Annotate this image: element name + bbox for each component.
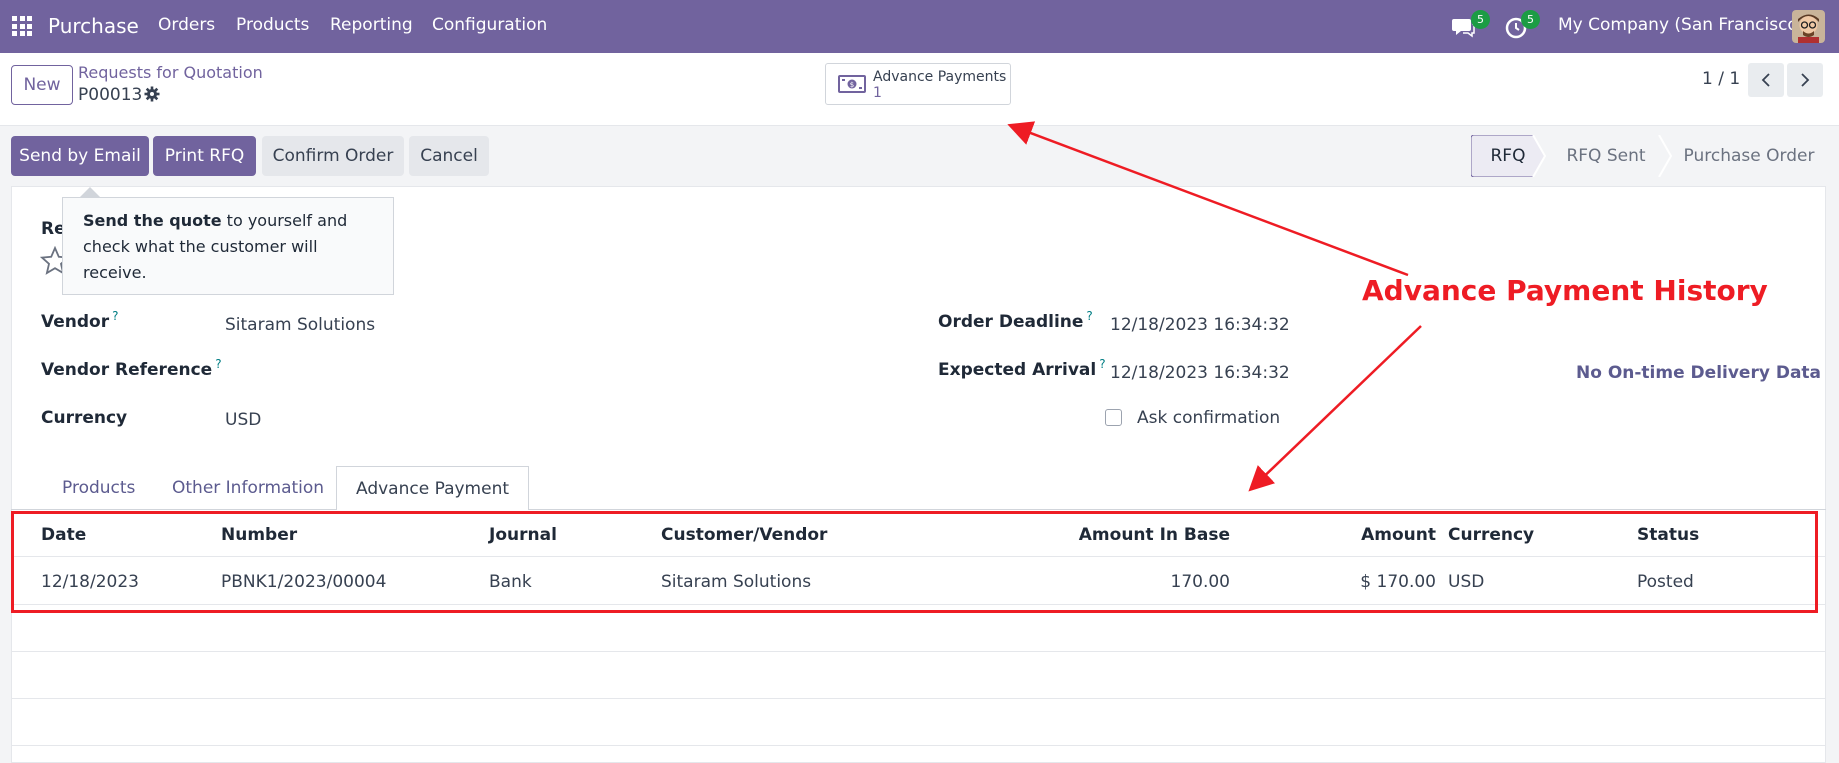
annotation-arrows bbox=[1007, 121, 1422, 492]
